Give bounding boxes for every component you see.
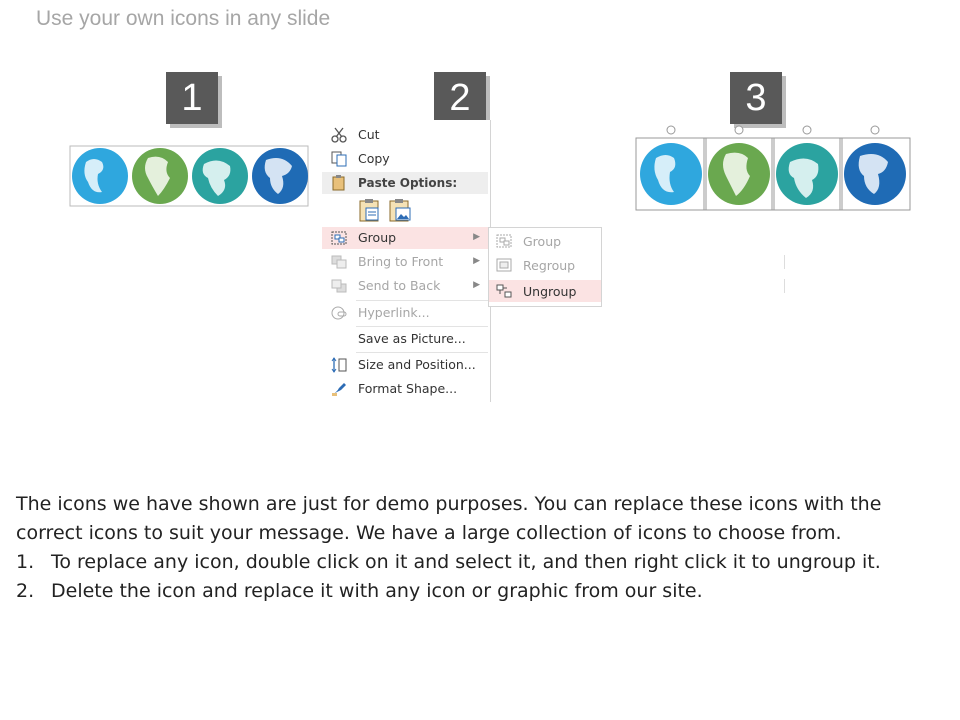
globe-icon	[640, 143, 702, 205]
list-number: 1.	[16, 551, 35, 573]
menu-item-format-shape[interactable]: Format Shape...	[322, 378, 488, 400]
intro-paragraph: The icons we have shown are just for dem…	[16, 493, 882, 544]
regroup-icon	[496, 258, 512, 272]
clipboard-icon	[332, 175, 345, 191]
submenu-item-regroup[interactable]: Regroup	[489, 254, 601, 276]
list-text: Delete the icon and replace it with any …	[51, 580, 703, 602]
globe-icon	[252, 148, 308, 204]
submenu-item-group[interactable]: Group	[489, 230, 601, 252]
context-menu: Cut Copy Paste Options: Group ▶ Bring to…	[322, 120, 785, 402]
menu-label: Hyperlink...	[358, 305, 430, 320]
bring-to-front-icon	[331, 255, 347, 269]
submenu-arrow-icon: ▶	[473, 280, 480, 290]
split-divider	[784, 279, 785, 293]
globe-icon	[192, 148, 248, 204]
globe-icon	[708, 143, 770, 205]
menu-label: Copy	[358, 151, 390, 166]
instructions-text: The icons we have shown are just for dem…	[16, 490, 946, 606]
menu-label: Send to Back	[358, 278, 441, 293]
globe-icon	[776, 143, 838, 205]
paste-options-header: Paste Options:	[322, 172, 488, 194]
submenu-arrow-icon: ▶	[473, 232, 480, 242]
menu-divider	[356, 352, 488, 353]
group-icon	[331, 231, 347, 245]
menu-label: Ungroup	[523, 284, 577, 299]
menu-item-hyperlink[interactable]: Hyperlink...	[322, 302, 488, 324]
group-icon	[496, 234, 512, 248]
list-item: 1. To replace any icon, double click on …	[16, 548, 946, 577]
split-divider	[784, 255, 785, 269]
ungroup-icon	[496, 284, 512, 298]
step-badge-3: 3	[730, 72, 782, 124]
globe-icon	[132, 148, 188, 204]
globe-icon	[72, 148, 128, 204]
menu-label: Paste Options:	[358, 176, 458, 190]
menu-label: Cut	[358, 127, 380, 142]
menu-label: Group	[358, 230, 397, 245]
step-badge-2: 2	[434, 72, 486, 124]
menu-item-save-as-picture[interactable]: Save as Picture...	[322, 328, 488, 350]
menu-item-copy[interactable]: Copy	[322, 148, 488, 170]
submenu-arrow-icon: ▶	[473, 256, 480, 266]
send-to-back-icon	[331, 279, 347, 293]
globe-icon	[844, 143, 906, 205]
menu-item-group[interactable]: Group ▶	[322, 227, 488, 249]
menu-item-cut[interactable]: Cut	[322, 124, 488, 146]
hyperlink-icon	[331, 306, 347, 320]
menu-label: Regroup	[523, 258, 576, 273]
menu-label: Format Shape...	[358, 381, 458, 396]
globe-group-3[interactable]	[632, 120, 918, 216]
globe-group-1[interactable]	[66, 140, 312, 210]
menu-divider	[356, 326, 488, 327]
group-submenu: Group Regroup Ungroup	[488, 227, 602, 307]
list-number: 2.	[16, 580, 35, 602]
menu-divider	[356, 300, 488, 301]
paste-buttons[interactable]	[358, 198, 414, 224]
menu-item-send-to-back[interactable]: Send to Back ▶	[322, 275, 785, 297]
menu-label: Bring to Front	[358, 254, 444, 269]
step-badge-1: 1	[166, 72, 218, 124]
size-position-icon	[331, 357, 347, 373]
menu-item-size-and-position[interactable]: Size and Position...	[322, 354, 488, 376]
paste-picture-icon	[389, 199, 411, 222]
menu-item-bring-to-front[interactable]: Bring to Front ▶	[322, 251, 785, 273]
copy-icon	[331, 151, 347, 167]
menu-label: Group	[523, 234, 562, 249]
menu-label: Size and Position...	[358, 357, 476, 372]
list-item: 2. Delete the icon and replace it with a…	[16, 577, 946, 606]
submenu-item-ungroup[interactable]: Ungroup	[489, 280, 601, 302]
menu-label: Save as Picture...	[358, 331, 466, 346]
paste-keep-formatting-icon	[359, 199, 379, 222]
scissors-icon	[331, 127, 347, 143]
slide-title: Use your own icons in any slide	[36, 7, 331, 30]
format-shape-icon	[332, 383, 346, 396]
list-text: To replace any icon, double click on it …	[51, 551, 881, 573]
